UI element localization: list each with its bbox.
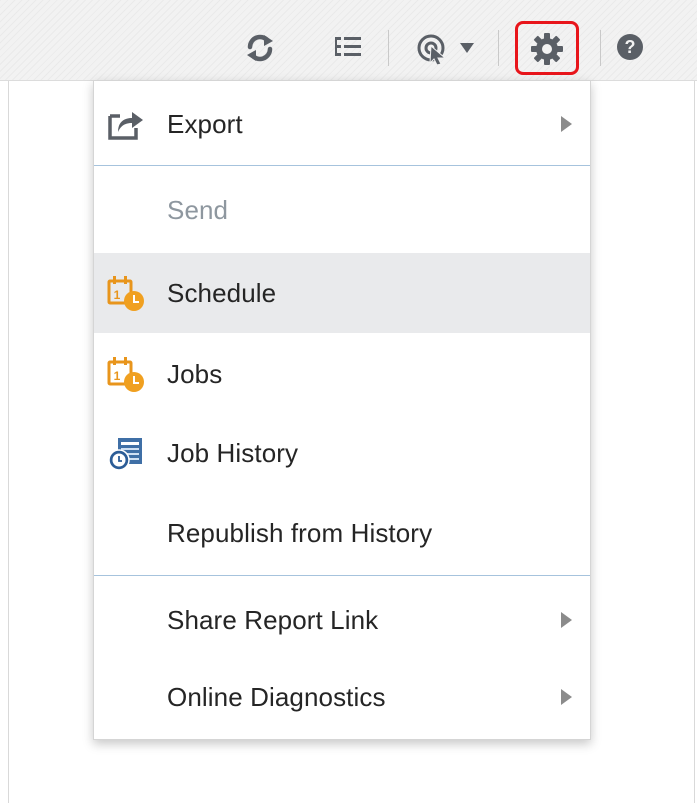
menu-item-label: Jobs <box>167 358 223 389</box>
menu-item-label: Share Report Link <box>167 604 379 635</box>
menu-item-label: Send <box>167 194 229 225</box>
menu-item-label: Export <box>167 108 243 139</box>
calendar-clock-icon: 1 <box>104 352 148 396</box>
toolbar-separator <box>388 30 389 66</box>
svg-text:1: 1 <box>114 288 121 302</box>
menu-item-schedule[interactable]: 1 Schedule <box>94 253 590 333</box>
help-icon[interactable]: ? <box>615 32 645 62</box>
actions-menu-icon[interactable] <box>412 30 452 66</box>
toolbar-separator <box>498 30 499 66</box>
calendar-clock-icon: 1 <box>104 271 148 315</box>
chevron-down-icon[interactable] <box>458 40 476 56</box>
menu-item-job-history[interactable]: Job History <box>94 413 590 493</box>
export-icon <box>104 102 148 146</box>
menu-item-label: Schedule <box>167 277 277 308</box>
report-toolbar: ? <box>0 0 697 81</box>
menu-item-share-report-link[interactable]: Share Report Link <box>94 580 590 660</box>
menu-divider <box>94 165 590 166</box>
job-history-icon <box>104 431 148 475</box>
menu-item-label: Republish from History <box>167 517 433 548</box>
svg-text:1: 1 <box>114 369 121 383</box>
outline-list-icon[interactable] <box>330 30 366 66</box>
submenu-arrow-icon <box>561 116 572 132</box>
submenu-arrow-icon <box>561 612 572 628</box>
menu-item-send: Send <box>94 170 590 250</box>
menu-item-online-diagnostics[interactable]: Online Diagnostics <box>94 657 590 737</box>
menu-divider <box>94 575 590 576</box>
toolbar-separator <box>600 30 601 66</box>
settings-dropdown-menu: Export Send 1 Schedule 1 Jobs Job Histor… <box>93 80 591 740</box>
menu-item-label: Online Diagnostics <box>167 681 386 712</box>
gear-highlight-box <box>515 21 579 75</box>
refresh-icon[interactable] <box>240 28 280 68</box>
menu-item-republish-from-history[interactable]: Republish from History <box>94 493 590 573</box>
menu-item-export[interactable]: Export <box>94 84 590 164</box>
menu-item-jobs[interactable]: 1 Jobs <box>94 334 590 414</box>
menu-item-label: Job History <box>167 437 299 468</box>
svg-text:?: ? <box>625 37 636 57</box>
submenu-arrow-icon <box>561 689 572 705</box>
